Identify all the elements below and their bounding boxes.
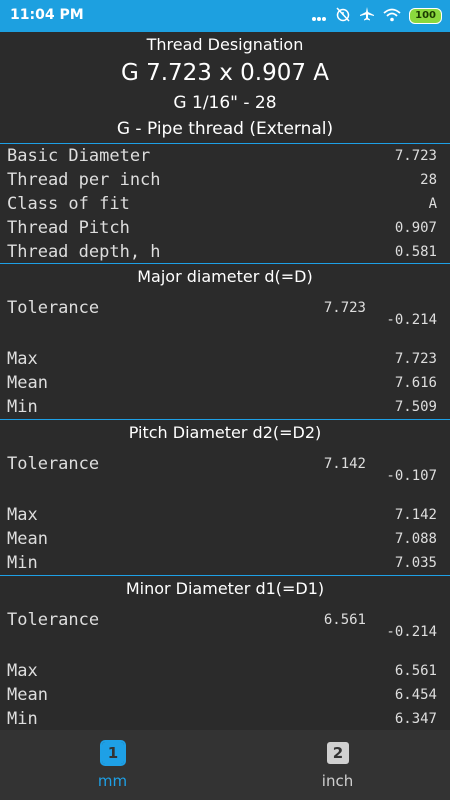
tolerance-deviation: -0.214 (386, 312, 437, 328)
status-time: 11:04 PM (10, 7, 84, 23)
min-row-major: Min 7.509 (0, 397, 450, 421)
thread-size: G 1/16" - 28 (173, 93, 277, 113)
section-title-pitch: Pitch Diameter d2(=D2) (128, 423, 322, 442)
min-value: 7.035 (394, 555, 437, 571)
basic-row-class: Class of fit A (0, 194, 450, 218)
row-value: 0.907 (394, 220, 437, 236)
mean-value: 7.088 (394, 531, 437, 547)
tolerance-base: 7.723 (323, 300, 366, 316)
row-label: Basic Diameter (7, 146, 151, 166)
tab-mm[interactable]: 1 mm (0, 730, 225, 800)
basic-row-tpi: Thread per inch 28 (0, 170, 450, 194)
tolerance-label: Tolerance (7, 298, 100, 318)
bottom-nav: 1 mm 2 inch (0, 730, 450, 800)
section-title-minor: Minor Diameter d1(=D1) (125, 579, 325, 598)
tab-inch[interactable]: 2 inch (225, 730, 450, 800)
row-label: Thread per inch (7, 170, 161, 190)
min-row-pitch: Min 7.035 (0, 553, 450, 577)
max-value: 7.723 (394, 351, 437, 367)
tolerance-label: Tolerance (7, 454, 100, 474)
row-label: Thread Pitch (7, 218, 130, 238)
max-label: Max (7, 349, 38, 369)
mean-label: Mean (7, 685, 48, 705)
airplane-icon (359, 6, 375, 26)
tolerance-label: Tolerance (7, 610, 100, 630)
row-value: 0.581 (394, 244, 437, 260)
alarm-off-icon (335, 6, 351, 26)
tolerance-row-pitch: Tolerance 7.142 -0.107 (0, 454, 450, 494)
mean-label: Mean (7, 529, 48, 549)
mean-row-minor: Mean 6.454 (0, 685, 450, 709)
status-bar: 11:04 PM 100 (0, 0, 450, 32)
min-label: Min (7, 553, 38, 573)
basic-row-pitch: Thread Pitch 0.907 (0, 218, 450, 242)
mean-label: Mean (7, 373, 48, 393)
min-value: 6.347 (394, 711, 437, 727)
row-value: A (428, 196, 437, 212)
status-icons: 100 (311, 6, 442, 26)
divider (0, 143, 450, 144)
mm-badge-icon: 1 (100, 740, 126, 766)
mean-row-major: Mean 7.616 (0, 373, 450, 397)
row-label: Thread depth, h (7, 242, 161, 262)
designation-label: Thread Designation (146, 35, 304, 54)
thread-type: G - Pipe thread (External) (116, 119, 334, 139)
tolerance-base: 7.142 (323, 456, 366, 472)
mean-value: 6.454 (394, 687, 437, 703)
max-label: Max (7, 505, 38, 525)
max-label: Max (7, 661, 38, 681)
more-dots-icon (311, 7, 327, 26)
tolerance-deviation: -0.107 (386, 468, 437, 484)
min-label: Min (7, 397, 38, 417)
row-value: 28 (420, 172, 437, 188)
section-title-major: Major diameter d(=D) (137, 267, 313, 286)
tolerance-deviation: -0.214 (386, 624, 437, 640)
divider (0, 419, 450, 420)
max-row-pitch: Max 7.142 (0, 505, 450, 529)
mean-value: 7.616 (394, 375, 437, 391)
max-value: 7.142 (394, 507, 437, 523)
tolerance-base: 6.561 (323, 612, 366, 628)
tab-inch-label: inch (321, 772, 354, 790)
row-label: Class of fit (7, 194, 130, 214)
mean-row-pitch: Mean 7.088 (0, 529, 450, 553)
tab-mm-label: mm (97, 772, 128, 790)
min-value: 7.509 (394, 399, 437, 415)
battery-icon: 100 (409, 8, 442, 24)
designation-value: G 7.723 x 0.907 A (120, 60, 330, 86)
divider (0, 575, 450, 576)
tolerance-row-major: Tolerance 7.723 -0.214 (0, 298, 450, 338)
wifi-icon (383, 7, 401, 26)
min-label: Min (7, 709, 38, 729)
max-row-minor: Max 6.561 (0, 661, 450, 685)
divider (0, 263, 450, 264)
row-value: 7.723 (394, 148, 437, 164)
inch-badge-icon: 2 (327, 742, 349, 764)
max-row-major: Max 7.723 (0, 349, 450, 373)
tolerance-row-minor: Tolerance 6.561 -0.214 (0, 610, 450, 650)
basic-row-diameter: Basic Diameter 7.723 (0, 146, 450, 170)
max-value: 6.561 (394, 663, 437, 679)
